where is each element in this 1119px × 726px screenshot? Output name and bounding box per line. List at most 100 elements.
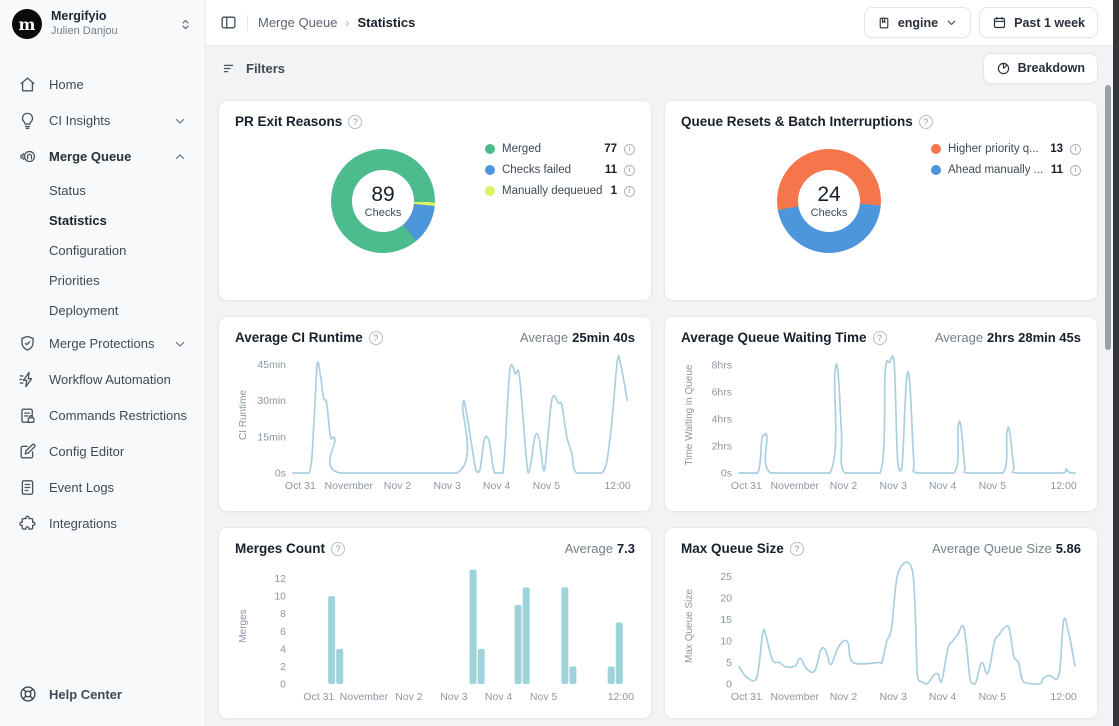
sidebar-item-integrations[interactable]: Integrations bbox=[10, 508, 195, 539]
help-icon[interactable]: ? bbox=[348, 115, 362, 129]
line-series bbox=[739, 356, 1075, 473]
sidebar-subitem-status[interactable]: Status bbox=[10, 177, 195, 204]
bar bbox=[470, 570, 477, 684]
filters-button[interactable]: Filters bbox=[222, 61, 285, 76]
y-tick-label: 25 bbox=[720, 571, 732, 583]
app-window: m Mergifyio Julien Danjou Home CI Insight… bbox=[0, 0, 1119, 726]
period-selector-button[interactable]: Past 1 week bbox=[979, 7, 1098, 38]
legend-item-manually-dequeued[interactable]: Manually dequeued1i bbox=[485, 185, 635, 197]
line-series bbox=[293, 356, 627, 473]
y-tick-label: 0s bbox=[721, 468, 732, 480]
card-title: Max Queue Size bbox=[681, 541, 784, 556]
sidebar-subitem-statistics[interactable]: Statistics bbox=[10, 207, 195, 234]
filter-icon bbox=[222, 61, 237, 76]
help-icon[interactable]: ? bbox=[919, 115, 933, 129]
x-tick-label: November bbox=[340, 691, 389, 703]
y-tick-label: 0 bbox=[726, 679, 732, 691]
unfold-icon[interactable] bbox=[178, 17, 193, 32]
cards-grid: PR Exit Reasons?89ChecksMerged77iChecks … bbox=[206, 90, 1119, 726]
bar bbox=[515, 605, 522, 684]
sidebar-item-merge-protections[interactable]: Merge Protections bbox=[10, 328, 195, 359]
sidebar-nav: Home CI Insights Merge Queue Status Statisti… bbox=[0, 47, 205, 672]
legend-dot bbox=[485, 144, 495, 154]
legend-item-checks-failed[interactable]: Checks failed11i bbox=[485, 164, 635, 176]
sidebar-subitem-deployment[interactable]: Deployment bbox=[10, 297, 195, 324]
legend-dot bbox=[485, 186, 495, 196]
org-switcher[interactable]: m Mergifyio Julien Danjou bbox=[0, 0, 205, 47]
sidebar: m Mergifyio Julien Danjou Home CI Insight… bbox=[0, 0, 206, 726]
calendar-icon bbox=[992, 15, 1007, 30]
legend-item-merged[interactable]: Merged77i bbox=[485, 143, 635, 155]
sidebar-subitem-configuration[interactable]: Configuration bbox=[10, 237, 195, 264]
repo-selector-button[interactable]: engine bbox=[864, 7, 971, 38]
average-label: Average Queue Size5.86 bbox=[932, 541, 1081, 556]
sidebar-subitem-priorities[interactable]: Priorities bbox=[10, 267, 195, 294]
x-tick-label: Nov 3 bbox=[880, 691, 908, 703]
legend-item-higher-priority-q[interactable]: Higher priority q...13i bbox=[931, 143, 1081, 155]
donut-center-value: 89 bbox=[371, 183, 394, 206]
info-icon[interactable]: i bbox=[624, 165, 635, 176]
donut-center-label: Checks bbox=[811, 207, 848, 219]
avg-ci-runtime-chart[interactable]: 0s15min30min45minOct 31NovemberNov 2Nov … bbox=[235, 347, 637, 500]
sidebar-item-config-editor[interactable]: Config Editor bbox=[10, 436, 195, 467]
legend-label: Ahead manually ... bbox=[948, 164, 1044, 176]
help-icon[interactable]: ? bbox=[873, 331, 887, 345]
bar bbox=[478, 649, 485, 684]
bar bbox=[336, 649, 343, 684]
info-icon[interactable]: i bbox=[624, 144, 635, 155]
donut-chart[interactable]: 24Checks bbox=[777, 149, 881, 253]
sidebar-item-home[interactable]: Home bbox=[10, 69, 195, 100]
info-icon[interactable]: i bbox=[1070, 165, 1081, 176]
avg-queue-waiting-time-chart[interactable]: 0s2hrs4hrs6hrs8hrsOct 31NovemberNov 2Nov… bbox=[681, 347, 1083, 500]
y-tick-label: 4 bbox=[280, 643, 286, 655]
donut-chart[interactable]: 89Checks bbox=[331, 149, 435, 253]
merges-count-chart[interactable]: 024681012Oct 31NovemberNov 2Nov 3Nov 4No… bbox=[235, 558, 637, 711]
sidebar-item-merge-queue[interactable]: Merge Queue bbox=[10, 141, 195, 172]
help-icon[interactable]: ? bbox=[790, 542, 804, 556]
sidebar-item-commands-restrictions[interactable]: Commands Restrictions bbox=[10, 400, 195, 431]
legend-value: 13 bbox=[1050, 143, 1063, 155]
repo-icon bbox=[877, 16, 891, 30]
sidebar-item-label: Event Logs bbox=[49, 480, 187, 495]
sidebar-item-label: Commands Restrictions bbox=[49, 408, 187, 423]
x-tick-label: 12:00 bbox=[604, 480, 630, 492]
help-center-link[interactable]: Help Center bbox=[18, 684, 187, 704]
info-icon[interactable]: i bbox=[1070, 144, 1081, 155]
x-tick-label: Nov 5 bbox=[979, 691, 1007, 703]
lightbulb-icon bbox=[18, 111, 37, 130]
donut-center: 89Checks bbox=[352, 170, 414, 232]
breakdown-button[interactable]: Breakdown bbox=[983, 53, 1098, 84]
period-label: Past 1 week bbox=[1014, 16, 1085, 30]
topbar: Merge Queue › Statistics engine bbox=[206, 0, 1119, 46]
legend-item-ahead-manually[interactable]: Ahead manually ...11i bbox=[931, 164, 1081, 176]
y-tick-label: 12 bbox=[274, 573, 286, 585]
y-tick-label: 15min bbox=[257, 431, 286, 443]
scrollbar-thumb[interactable] bbox=[1105, 85, 1111, 350]
y-axis-title: Time Waiting in Queue bbox=[684, 364, 695, 465]
max-queue-size-chart[interactable]: 0510152025Oct 31NovemberNov 2Nov 3Nov 4N… bbox=[681, 558, 1083, 711]
info-icon[interactable]: i bbox=[624, 186, 635, 197]
help-icon[interactable]: ? bbox=[369, 331, 383, 345]
home-icon bbox=[18, 75, 37, 94]
sidebar-item-workflow-automation[interactable]: Workflow Automation bbox=[10, 364, 195, 395]
sidebar-toggle-icon[interactable] bbox=[220, 14, 237, 31]
breakdown-label: Breakdown bbox=[1018, 61, 1085, 75]
breadcrumb-parent[interactable]: Merge Queue bbox=[258, 15, 338, 30]
card-header: Average CI Runtime?Average25min 40s bbox=[235, 330, 635, 345]
legend-dot bbox=[931, 144, 941, 154]
sidebar-item-ci-insights[interactable]: CI Insights bbox=[10, 105, 195, 136]
puzzle-icon bbox=[18, 514, 37, 533]
card-header: Queue Resets & Batch Interruptions? bbox=[681, 114, 1081, 129]
chevron-down-icon bbox=[173, 114, 187, 128]
window-edge bbox=[1113, 0, 1119, 726]
legend-value: 11 bbox=[605, 164, 617, 176]
sidebar-item-event-logs[interactable]: Event Logs bbox=[10, 472, 195, 503]
bar bbox=[523, 587, 530, 684]
sidebar-item-label: Workflow Automation bbox=[49, 372, 187, 387]
legend-dot bbox=[931, 165, 941, 175]
x-tick-label: Oct 31 bbox=[731, 480, 762, 492]
help-icon[interactable]: ? bbox=[331, 542, 345, 556]
x-tick-label: Oct 31 bbox=[285, 480, 316, 492]
y-tick-label: 10 bbox=[274, 591, 286, 603]
average-value: 2hrs 28min 45s bbox=[987, 330, 1081, 345]
